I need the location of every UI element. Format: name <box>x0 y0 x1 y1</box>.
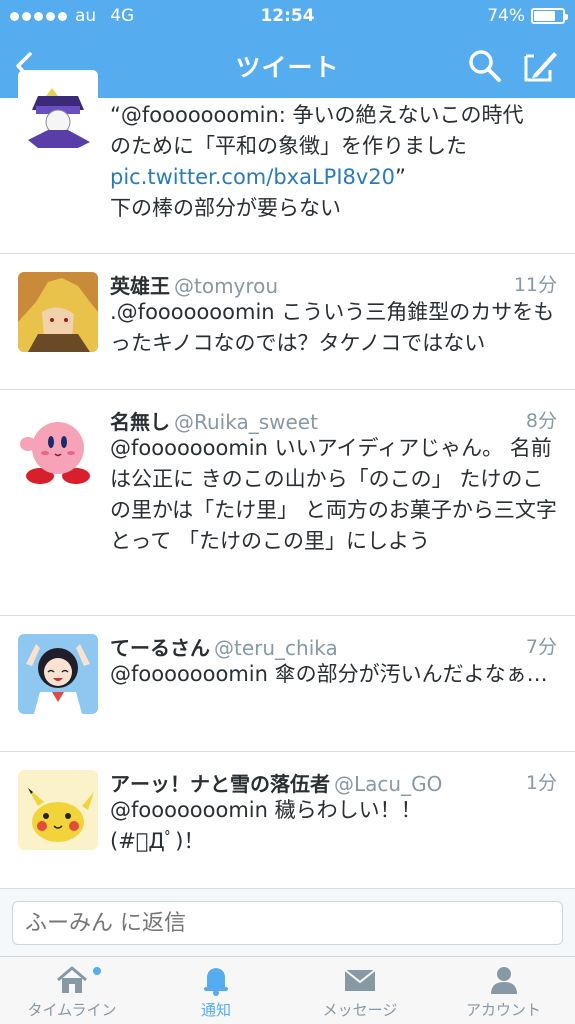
battery-percent: 74% <box>487 6 525 26</box>
person-icon <box>490 967 517 994</box>
kirby-avatar[interactable] <box>18 408 98 488</box>
tweet-0-link-suffix: ” <box>395 165 406 189</box>
tweet-2-text: @fooooooomin いいアイディアじゃん。 名前は公正に きのこの山から「… <box>110 436 557 553</box>
tweet-2-time: 8分 <box>525 410 557 432</box>
screen: au 4G 12:54 74% ツイート “@fooooooomin: 争いの絶… <box>0 0 575 1024</box>
compose-button[interactable] <box>520 44 560 86</box>
tweet-2-handle[interactable]: @Ruika_sweet <box>174 410 318 434</box>
tweet-3-name[interactable]: てーるさん <box>110 636 210 660</box>
battery-icon <box>531 8 568 24</box>
tweet-3[interactable]: てーるさん @teru_chika 7分 @fooooooomin 傘の部分が汚い… <box>0 616 575 752</box>
home-icon <box>57 966 87 993</box>
tab-messages[interactable]: メッセージ <box>288 957 432 1024</box>
tweet-0-line-2: のために「平和の象徴」を作りました <box>110 134 467 158</box>
tab-timeline[interactable]: タイムライン <box>0 957 144 1024</box>
tab-bar: タイムライン 通知 メッセージ アカウント <box>0 956 575 1024</box>
tweet-3-time: 7分 <box>525 636 557 658</box>
tab-timeline-label: タイムライン <box>27 1001 117 1019</box>
tweet-0-link[interactable]: pic.twitter.com/bxaLPI8v20 <box>110 165 395 189</box>
tweet-0-line-3: pic.twitter.com/bxaLPI8v20” <box>110 162 559 193</box>
pikachu-avatar[interactable] <box>18 770 98 850</box>
tweet-4[interactable]: アーッ！ナと雪の落伍者 @Lacu_GO 1分 @fooooooomin 穢らわし… <box>0 752 575 888</box>
bell-icon <box>204 968 228 996</box>
timeline-notification-dot <box>93 967 101 975</box>
tweet-1-text: .@fooooooomin こういう三角錐型のカサをもったキノコなのでは？タケノ… <box>110 300 555 355</box>
reply-input[interactable] <box>12 901 563 945</box>
tweet-4-header: アーッ！ナと雪の落伍者 @Lacu_GO 1分 <box>110 768 557 797</box>
tweet-1-handle[interactable]: @tomyrou <box>174 274 278 298</box>
anime-girl-avatar[interactable] <box>18 634 98 714</box>
status-bar: au 4G 12:54 74% <box>0 0 575 34</box>
battery-fill <box>534 11 555 21</box>
tweet-2-header: 名無し @Ruika_sweet 8分 <box>110 406 557 435</box>
tweet-1[interactable]: 英雄王 @tomyrou 11分 .@fooooooomin こういう三角錐型のカ… <box>0 254 575 390</box>
tab-messages-label: メッセージ <box>322 1001 398 1019</box>
tweet-1-header: 英雄王 @tomyrou 11分 <box>110 270 557 299</box>
tweet-0[interactable]: “@fooooooomin: 争いの絶えないこの時代 のために「平和の象徴」を作… <box>0 70 575 254</box>
tweet-4-body: @fooooooomin 穢らわしい！！ (#ﾟДﾟ)！ <box>110 795 559 857</box>
tweet-1-name[interactable]: 英雄王 <box>110 274 170 298</box>
tweet-4-handle[interactable]: @Lacu_GO <box>334 772 442 796</box>
tweet-2[interactable]: 名無し @Ruika_sweet 8分 @fooooooomin いいアイディアじ… <box>0 390 575 616</box>
tweet-4-line-2: (#ﾟДﾟ)！ <box>110 829 205 853</box>
tweet-3-header: てーるさん @teru_chika 7分 <box>110 632 557 661</box>
tab-account-label: アカウント <box>465 1001 541 1019</box>
search-button[interactable] <box>465 46 505 86</box>
tweet-0-line-1: “@fooooooomin: 争いの絶えないこの時代 <box>110 103 524 127</box>
tweet-0-line-4: 下の棒の部分が要らない <box>110 196 341 220</box>
envelope-icon <box>344 969 376 991</box>
tab-account[interactable]: アカウント <box>432 957 575 1024</box>
reply-bar <box>0 888 575 956</box>
jotaro-cartoon-avatar[interactable] <box>18 70 98 150</box>
tweet-3-text: @fooooooomin 傘の部分が汚いんだよなぁ… <box>110 662 548 686</box>
tweet-4-name[interactable]: アーッ！ナと雪の落伍者 <box>110 772 330 796</box>
gilgamesh-avatar[interactable] <box>18 272 98 352</box>
tweet-0-body: “@fooooooomin: 争いの絶えないこの時代 のために「平和の象徴」を作… <box>110 100 559 224</box>
search-icon <box>469 50 501 82</box>
tweet-3-handle[interactable]: @teru_chika <box>214 636 338 660</box>
status-right: 74% <box>487 6 568 26</box>
tweet-2-name[interactable]: 名無し <box>110 410 170 434</box>
tweet-4-time: 1分 <box>525 772 557 794</box>
tab-notifications-label: 通知 <box>200 1001 231 1019</box>
tweet-1-time: 11分 <box>513 274 557 296</box>
tab-notifications[interactable]: 通知 <box>144 957 288 1024</box>
tweet-4-line-1: @fooooooomin 穢らわしい！！ <box>110 798 422 822</box>
compose-icon <box>524 52 557 82</box>
